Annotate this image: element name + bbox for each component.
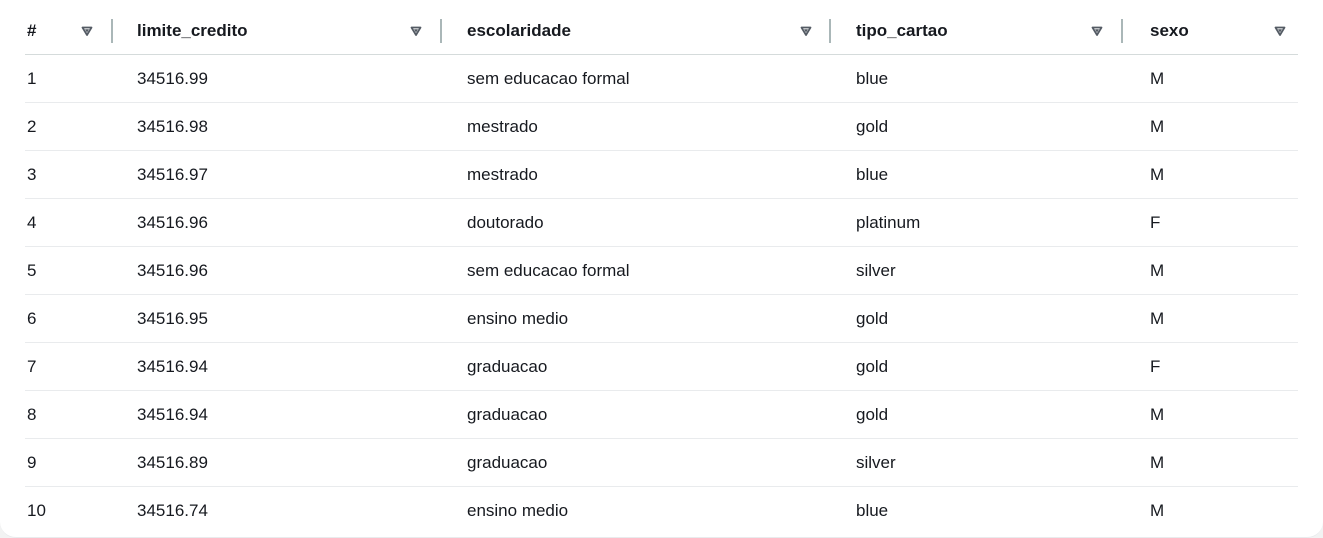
cell-escolaridade: graduacao (442, 342, 831, 391)
cell-sexo: M (1123, 54, 1298, 103)
column-header-label: sexo (1150, 21, 1189, 40)
table-row: 7 34516.94 graduacao gold F (25, 342, 1298, 391)
cell-index: 2 (25, 102, 113, 151)
cell-sexo: F (1123, 198, 1298, 247)
cell-escolaridade: sem educacao formal (442, 54, 831, 103)
cell-limite-credito: 34516.74 (137, 500, 208, 520)
cell-escolaridade: mestrado (442, 150, 831, 199)
cell-escolaridade: graduacao (442, 438, 831, 487)
column-header-tipo-cartao[interactable]: tipo_cartao (831, 8, 1123, 55)
cell-sexo: M (1123, 438, 1298, 487)
cell-limite-credito: 34516.96 (113, 198, 442, 247)
results-table-container: # limite_credito escolaridade tipo_carta… (25, 8, 1298, 534)
cell-escolaridade: ensino medio (442, 294, 831, 343)
table-row: 8 34516.94 graduacao gold M (25, 390, 1298, 439)
cell-tipo-cartao: silver (831, 246, 1123, 295)
cell-tipo-cartao: gold (831, 294, 1123, 343)
cell-index: 7 (25, 342, 113, 391)
table-row: 3 34516.97 mestrado blue M (25, 150, 1298, 199)
cell-index: 5 (25, 246, 113, 295)
cell-tipo-cartao: blue (831, 54, 1123, 103)
results-table: # limite_credito escolaridade tipo_carta… (25, 8, 1298, 534)
cell-tipo-cartao: gold (831, 342, 1123, 391)
column-header-index[interactable]: # (25, 8, 113, 55)
cell-index: 8 (25, 390, 113, 439)
results-panel: # limite_credito escolaridade tipo_carta… (0, 0, 1323, 538)
cell-limite-credito: 34516.98 (113, 102, 442, 151)
cell-index: 10 (27, 500, 46, 520)
cell-limite-credito: 34516.89 (113, 438, 442, 487)
cell-index: 4 (25, 198, 113, 247)
cell-tipo-cartao: gold (831, 102, 1123, 151)
cell-index: 9 (25, 438, 113, 487)
cell-limite-credito: 34516.97 (113, 150, 442, 199)
cell-tipo-cartao: silver (831, 438, 1123, 487)
cell-tipo-cartao: gold (831, 390, 1123, 439)
cell-escolaridade: sem educacao formal (442, 246, 831, 295)
cell-limite-credito: 34516.94 (113, 390, 442, 439)
cell-escolaridade: ensino medio (467, 500, 569, 520)
column-header-limite-credito[interactable]: limite_credito (113, 8, 442, 55)
sort-descending-icon[interactable] (81, 25, 93, 37)
table-row: 6 34516.95 ensino medio gold M (25, 294, 1298, 343)
cell-escolaridade: mestrado (442, 102, 831, 151)
sort-descending-icon[interactable] (410, 25, 422, 37)
cell-sexo: M (1123, 102, 1298, 151)
sort-descending-icon[interactable] (1274, 25, 1286, 37)
cell-index: 3 (25, 150, 113, 199)
sort-descending-icon[interactable] (1091, 25, 1103, 37)
cell-index: 6 (25, 294, 113, 343)
column-header-label: escolaridade (467, 21, 571, 40)
column-header-label: # (27, 21, 37, 40)
table-row: 4 34516.96 doutorado platinum F (25, 198, 1298, 247)
cell-tipo-cartao: platinum (831, 198, 1123, 247)
table-row: 1 34516.99 sem educacao formal blue M (25, 54, 1298, 103)
table-header-row: # limite_credito escolaridade tipo_carta… (25, 8, 1298, 55)
table-row: 9 34516.89 graduacao silver M (25, 438, 1298, 487)
column-header-escolaridade[interactable]: escolaridade (442, 8, 831, 55)
cell-index: 1 (25, 54, 113, 103)
column-header-label: limite_credito (137, 21, 248, 40)
cell-sexo: M (1150, 500, 1165, 520)
sort-descending-icon[interactable] (800, 25, 812, 37)
cell-sexo: M (1123, 150, 1298, 199)
cell-tipo-cartao: blue (831, 150, 1123, 199)
cell-sexo: M (1123, 294, 1298, 343)
cell-limite-credito: 34516.96 (113, 246, 442, 295)
cell-sexo: M (1123, 390, 1298, 439)
column-header-sexo[interactable]: sexo (1123, 8, 1298, 55)
cell-limite-credito: 34516.95 (113, 294, 442, 343)
cell-limite-credito: 34516.99 (113, 54, 442, 103)
table-row: 2 34516.98 mestrado gold M (25, 102, 1298, 151)
cell-tipo-cartao: blue (856, 500, 889, 520)
cell-sexo: F (1123, 342, 1298, 391)
cell-escolaridade: doutorado (442, 198, 831, 247)
cell-limite-credito: 34516.94 (113, 342, 442, 391)
column-header-label: tipo_cartao (856, 21, 948, 40)
cell-escolaridade: graduacao (442, 390, 831, 439)
table-row: 5 34516.96 sem educacao formal silver M (25, 246, 1298, 295)
table-row: 10 34516.74 ensino medio blue M (25, 487, 1298, 535)
cell-sexo: M (1123, 246, 1298, 295)
